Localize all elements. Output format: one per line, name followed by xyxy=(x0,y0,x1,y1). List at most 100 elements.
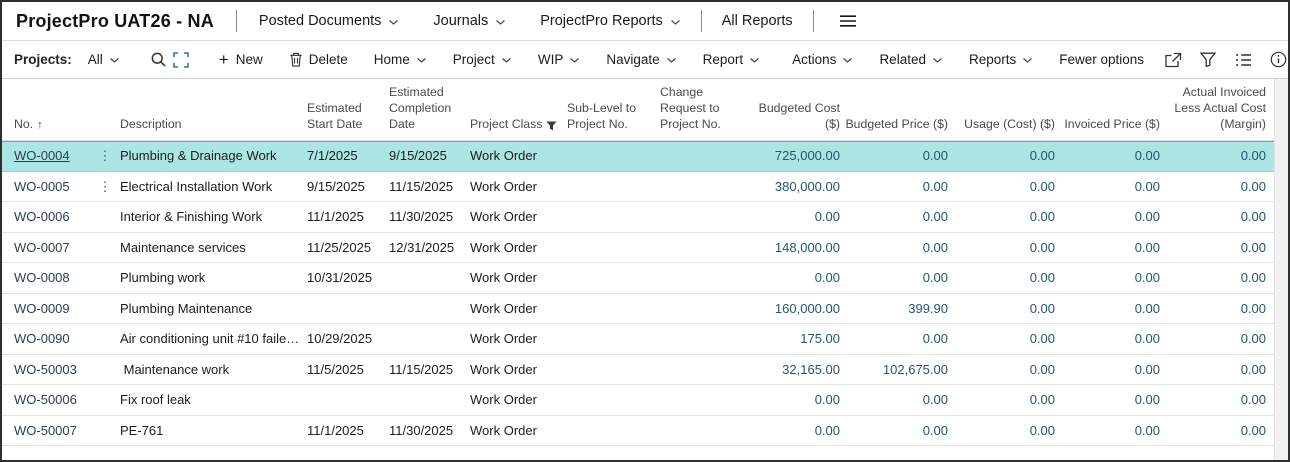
cell-change_request[interactable] xyxy=(660,263,750,293)
table-row-WO-50007[interactable]: WO-50007PE-76111/1/202511/30/2025Work Or… xyxy=(2,416,1274,447)
cell-sub_level[interactable] xyxy=(567,233,660,263)
search-icon[interactable] xyxy=(150,47,167,73)
cell-usage_cost[interactable]: 0.00 xyxy=(950,202,1057,232)
cell-class[interactable]: Work Order xyxy=(470,172,567,202)
cell-margin[interactable]: 0.00 xyxy=(1162,141,1268,171)
menu-projectpro-reports[interactable]: ProjectPro Reports xyxy=(540,13,681,29)
table-row-WO-50006[interactable]: WO-50006Fix roof leakWork Order0.000.000… xyxy=(2,385,1274,416)
cell-sub_level[interactable] xyxy=(567,141,660,171)
table-row-WO-0006[interactable]: WO-0006Interior & Finishing Work11/1/202… xyxy=(2,202,1274,233)
view-filter-dropdown[interactable]: All xyxy=(86,48,122,71)
table-row-WO-0090[interactable]: WO-0090Air conditioning unit #10 failed.… xyxy=(2,324,1274,355)
cell-budgeted_cost[interactable]: 380,000.00 xyxy=(750,172,842,202)
menu-home[interactable]: Home xyxy=(372,48,429,71)
cell-completion[interactable]: 11/15/2025 xyxy=(389,172,470,202)
row-more-options-icon[interactable] xyxy=(90,385,120,415)
cell-completion[interactable] xyxy=(389,294,470,324)
cell-completion[interactable] xyxy=(389,263,470,293)
cell-completion[interactable]: 9/15/2025 xyxy=(389,141,470,171)
cell-margin[interactable]: 0.00 xyxy=(1162,416,1268,446)
cell-usage_cost[interactable]: 0.00 xyxy=(950,263,1057,293)
cell-budgeted_cost[interactable]: 0.00 xyxy=(750,385,842,415)
column-header-class[interactable]: Project Class xyxy=(470,79,567,140)
cell-budgeted_cost[interactable]: 175.00 xyxy=(750,324,842,354)
cell-usage_cost[interactable]: 0.00 xyxy=(950,385,1057,415)
cell-invoiced_price[interactable]: 0.00 xyxy=(1057,233,1162,263)
cell-start[interactable]: 11/1/2025 xyxy=(307,202,389,232)
menu-navigate[interactable]: Navigate xyxy=(604,48,678,71)
share-icon[interactable] xyxy=(1160,47,1186,73)
menu-project[interactable]: Project xyxy=(451,48,514,71)
row-more-options-icon[interactable] xyxy=(90,294,120,324)
cell-class[interactable]: Work Order xyxy=(470,324,567,354)
cell-start[interactable]: 9/15/2025 xyxy=(307,172,389,202)
cell-sub_level[interactable] xyxy=(567,324,660,354)
cell-no[interactable]: WO-50007 xyxy=(2,416,90,446)
cell-budgeted_price[interactable]: 399.90 xyxy=(842,294,950,324)
cell-no[interactable]: WO-50003 xyxy=(2,355,90,385)
cell-no[interactable]: WO-0008 xyxy=(2,263,90,293)
cell-class[interactable]: Work Order xyxy=(470,263,567,293)
column-header-completion[interactable]: Estimated Completion Date xyxy=(389,79,470,140)
cell-invoiced_price[interactable]: 0.00 xyxy=(1057,385,1162,415)
cell-change_request[interactable] xyxy=(660,355,750,385)
cell-class[interactable]: Work Order xyxy=(470,294,567,324)
cell-change_request[interactable] xyxy=(660,385,750,415)
column-header-change_request[interactable]: Change Request to Project No. xyxy=(660,79,750,140)
cell-budgeted_price[interactable]: 0.00 xyxy=(842,416,950,446)
column-header-sub_level[interactable]: Sub-Level to Project No. xyxy=(567,79,660,140)
cell-sub_level[interactable] xyxy=(567,263,660,293)
cell-invoiced_price[interactable]: 0.00 xyxy=(1057,263,1162,293)
cell-start[interactable]: 10/29/2025 xyxy=(307,324,389,354)
menu-report[interactable]: Report xyxy=(701,48,763,71)
cell-invoiced_price[interactable]: 0.00 xyxy=(1057,202,1162,232)
cell-margin[interactable]: 0.00 xyxy=(1162,324,1268,354)
cell-start[interactable]: 11/25/2025 xyxy=(307,233,389,263)
cell-budgeted_cost[interactable]: 32,165.00 xyxy=(750,355,842,385)
cell-no[interactable]: WO-0004 xyxy=(2,141,90,171)
menu-wip[interactable]: WIP xyxy=(536,48,583,71)
cell-usage_cost[interactable]: 0.00 xyxy=(950,324,1057,354)
table-row-WO-0005[interactable]: WO-0005⋮Electrical Installation Work9/15… xyxy=(2,172,1274,203)
row-more-options-icon[interactable] xyxy=(90,324,120,354)
cell-description[interactable]: Air conditioning unit #10 failed... xyxy=(120,324,307,354)
cell-description[interactable]: Fix roof leak xyxy=(120,385,307,415)
cell-sub_level[interactable] xyxy=(567,172,660,202)
cell-budgeted_cost[interactable]: 148,000.00 xyxy=(750,233,842,263)
table-row-WO-0009[interactable]: WO-0009Plumbing MaintenanceWork Order160… xyxy=(2,294,1274,325)
cell-budgeted_cost[interactable]: 0.00 xyxy=(750,202,842,232)
cell-invoiced_price[interactable]: 0.00 xyxy=(1057,324,1162,354)
cell-usage_cost[interactable]: 0.00 xyxy=(950,416,1057,446)
column-header-menu[interactable] xyxy=(90,79,120,140)
cell-change_request[interactable] xyxy=(660,141,750,171)
cell-change_request[interactable] xyxy=(660,233,750,263)
menu-posted-documents[interactable]: Posted Documents xyxy=(259,13,400,29)
menu-related[interactable]: Related xyxy=(877,48,945,71)
info-icon[interactable] xyxy=(1265,47,1290,73)
cell-margin[interactable]: 0.00 xyxy=(1162,233,1268,263)
cell-class[interactable]: Work Order xyxy=(470,141,567,171)
cell-no[interactable]: WO-0009 xyxy=(2,294,90,324)
column-header-budgeted_cost[interactable]: Budgeted Cost ($) xyxy=(750,79,842,140)
menu-all-reports[interactable]: All Reports xyxy=(722,13,793,29)
cell-description[interactable]: Plumbing work xyxy=(120,263,307,293)
cell-usage_cost[interactable]: 0.00 xyxy=(950,355,1057,385)
hamburger-menu-icon[interactable] xyxy=(834,12,862,30)
cell-class[interactable]: Work Order xyxy=(470,355,567,385)
cell-margin[interactable]: 0.00 xyxy=(1162,294,1268,324)
cell-budgeted_cost[interactable]: 0.00 xyxy=(750,263,842,293)
cell-budgeted_price[interactable]: 0.00 xyxy=(842,141,950,171)
cell-change_request[interactable] xyxy=(660,172,750,202)
table-row-WO-0004[interactable]: WO-0004⋮Plumbing & Drainage Work7/1/2025… xyxy=(2,141,1274,172)
cell-sub_level[interactable] xyxy=(567,202,660,232)
cell-description[interactable]: Plumbing Maintenance xyxy=(120,294,307,324)
cell-description[interactable]: PE-761 xyxy=(120,416,307,446)
filter-icon[interactable] xyxy=(1195,47,1221,73)
cell-budgeted_price[interactable]: 0.00 xyxy=(842,233,950,263)
fewer-options-button[interactable]: Fewer options xyxy=(1057,48,1146,71)
column-header-no[interactable]: No.↑ xyxy=(2,79,90,140)
row-more-options-icon[interactable] xyxy=(90,416,120,446)
new-button[interactable]: + New xyxy=(217,47,265,72)
cell-description[interactable]: Maintenance services xyxy=(120,233,307,263)
cell-description[interactable]: Maintenance work xyxy=(120,355,307,385)
